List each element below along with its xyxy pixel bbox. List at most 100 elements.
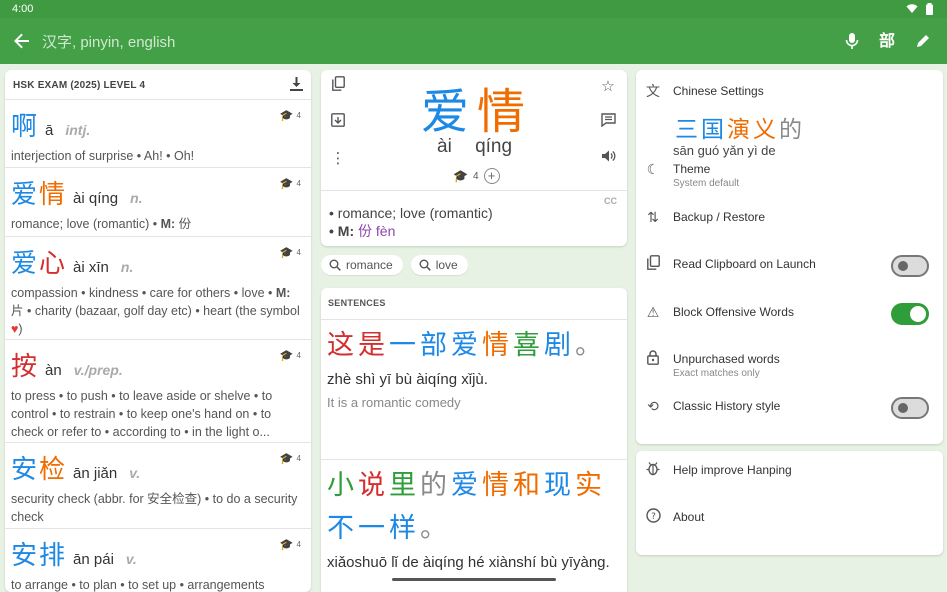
translate-icon: 文 <box>646 83 660 99</box>
entry-definition: to press • to push • to leave aside or s… <box>11 389 273 439</box>
entry-pinyin: àn <box>45 362 62 379</box>
help-improve-label: Help improve Hanping <box>673 463 792 477</box>
block-offensive-label: Block Offensive Words <box>673 305 794 319</box>
list-item[interactable]: 爱心 ài xīn n. 🎓 4 compassion • kindness • … <box>5 237 311 340</box>
entry-hanzi: 按 <box>11 352 40 382</box>
lock-icon <box>644 350 662 368</box>
sentence-pinyin: xiǎoshuō lǐ de àiqíng hé xiànshí bù yīyà… <box>327 554 610 571</box>
speaker-icon[interactable] <box>597 148 619 170</box>
sentence-pinyin: zhè shì yī bù àiqíng xǐjù. <box>327 371 488 388</box>
entry-definition: romance; love (romantic) • M: 份 <box>11 217 192 231</box>
open-in-icon[interactable] <box>327 112 349 134</box>
arrow-back-icon[interactable] <box>10 29 34 53</box>
hsk-level-badge: 🎓 4 <box>279 247 301 259</box>
copy-icon[interactable] <box>327 76 349 98</box>
moon-icon: ☾ <box>646 161 660 177</box>
entry-pinyin: ān pái <box>73 551 114 568</box>
search-chip-romance[interactable]: romance <box>321 255 403 275</box>
headword-hanzi: 爱情 <box>421 84 534 140</box>
sentence-item[interactable]: 这是一部爱情喜剧。 zhè shì yī bù àiqíng xǐjù. It … <box>321 320 627 460</box>
graduation-cap-icon: 🎓 <box>279 453 294 465</box>
headword-pinyin: ài qíng <box>437 136 513 157</box>
entry-hanzi: 爱情 <box>11 180 68 210</box>
home-indicator <box>392 578 556 581</box>
chinese-sample-hanzi: 三国演义的 <box>675 117 805 143</box>
notes-icon[interactable] <box>597 112 619 134</box>
sentences-card: SENTENCES 这是一部爱情喜剧。 zhè shì yī bù àiqíng… <box>321 288 627 592</box>
classic-history-toggle[interactable] <box>891 397 929 419</box>
warning-icon: ⚠ <box>646 304 660 320</box>
unpurchased-words-value: Exact matches only <box>673 368 760 379</box>
history-icon: ⟲ <box>647 398 659 414</box>
list-item[interactable]: 按 àn v./prep. 🎓 4 to press • to push • to… <box>5 340 311 443</box>
hsk-level-badge: 🎓 4 + <box>453 168 500 184</box>
word-definitions: • romance; love (romantic) • M: 份 fèn <box>329 205 493 239</box>
pencil-icon[interactable] <box>911 29 935 53</box>
entry-hanzi: 安检 <box>11 455 68 485</box>
unpurchased-words-row[interactable]: Unpurchased words Exact matches only <box>636 350 943 384</box>
backup-restore-row[interactable]: ⇅ Backup / Restore <box>636 208 943 232</box>
entry-pinyin: ān jiǎn <box>73 465 118 482</box>
sentence-hanzi: 小说里的爱情和现实不一样。 <box>327 470 606 544</box>
entry-pinyin: ā <box>45 122 54 139</box>
hsk-level-badge: 🎓 4 <box>279 350 301 362</box>
entry-pos: intj. <box>65 122 91 138</box>
entry-pos: v./prep. <box>73 362 123 378</box>
help-panel: Help improve Hanping ? About <box>636 451 943 555</box>
search-chip-love[interactable]: love <box>410 255 468 275</box>
graduation-cap-icon: 🎓 <box>279 350 294 362</box>
help-improve-row[interactable]: Help improve Hanping <box>636 461 943 485</box>
entry-definition: to arrange • to plan • to set up • arran… <box>11 578 265 592</box>
entry-pinyin: ài xīn <box>73 259 109 276</box>
theme-row[interactable]: ☾ Theme System default <box>636 160 943 194</box>
entry-definition: compassion • kindness • care for others … <box>11 286 300 336</box>
help-circle-icon: ? <box>644 508 662 526</box>
backup-restore-label: Backup / Restore <box>673 210 766 224</box>
settings-panel: 文 Chinese Settings 三国演义的 sān guó yǎn yì … <box>636 70 943 444</box>
add-to-list-button[interactable]: + <box>483 168 500 184</box>
entry-pos: n. <box>120 259 134 275</box>
chinese-settings-label: Chinese Settings <box>673 84 764 98</box>
entry-pinyin: ài qíng <box>73 190 119 207</box>
divider <box>321 190 627 191</box>
sentence-item[interactable]: 小说里的爱情和现实不一样。 xiǎoshuō lǐ de àiqíng hé x… <box>321 460 627 576</box>
about-row[interactable]: ? About <box>636 508 943 532</box>
block-offensive-toggle[interactable] <box>891 303 929 325</box>
more-icon[interactable]: ⋮ <box>327 148 349 170</box>
list-item[interactable]: 安排 ān pái v. 🎓 4 to arrange • to plan • t… <box>5 529 311 592</box>
bug-icon <box>644 461 662 479</box>
search-input[interactable] <box>42 32 822 52</box>
graduation-cap-icon: 🎓 <box>279 247 294 259</box>
search-icon <box>419 259 431 271</box>
download-icon[interactable] <box>290 77 303 94</box>
theme-value: System default <box>673 178 740 189</box>
chinese-settings-row[interactable]: 文 Chinese Settings 三国演义的 sān guó yǎn yì … <box>636 82 943 158</box>
entry-pos: n. <box>130 190 143 206</box>
hsk-level-badge: 🎓 4 <box>279 110 301 122</box>
app-bar: 部 <box>0 18 947 64</box>
radical-lookup-button[interactable]: 部 <box>875 29 899 53</box>
entry-definition: security check (abbr. for 安全检查) • to do … <box>11 492 298 524</box>
status-icons <box>906 3 933 15</box>
list-title: HSK EXAM (2025) LEVEL 4 <box>13 80 146 91</box>
list-item[interactable]: 啊 ā intj. 🎓 4 interjection of surprise • … <box>5 100 311 168</box>
entry-pos: v. <box>129 465 141 481</box>
graduation-cap-icon: 🎓 <box>279 539 294 551</box>
sentence-hanzi: 这是一部爱情喜剧。 <box>327 330 606 361</box>
list-item[interactable]: 爱情 ài qíng n. 🎓 4 romance; love (romantic… <box>5 168 311 237</box>
unpurchased-words-label: Unpurchased words <box>673 352 780 366</box>
read-clipboard-toggle[interactable] <box>891 255 929 277</box>
hsk-level-badge: 🎓 4 <box>279 178 301 190</box>
entry-hanzi: 爱心 <box>11 249 68 279</box>
list-item[interactable]: 安检 ān jiǎn v. 🎓 4 security check (abbr. f… <box>5 443 311 529</box>
chinese-sample-pinyin: sān guó yǎn yì de <box>673 143 776 158</box>
read-clipboard-label: Read Clipboard on Launch <box>673 257 816 271</box>
entry-pos: v. <box>125 551 137 567</box>
hsk-level-badge: 🎓 4 <box>279 453 301 465</box>
about-label: About <box>673 510 705 524</box>
hsk-level-badge: 🎓 4 <box>279 539 301 551</box>
star-icon[interactable]: ☆ <box>597 76 619 98</box>
entry-hanzi: 安排 <box>11 541 68 571</box>
swap-vertical-icon: ⇅ <box>647 209 659 225</box>
mic-icon[interactable] <box>840 29 864 53</box>
